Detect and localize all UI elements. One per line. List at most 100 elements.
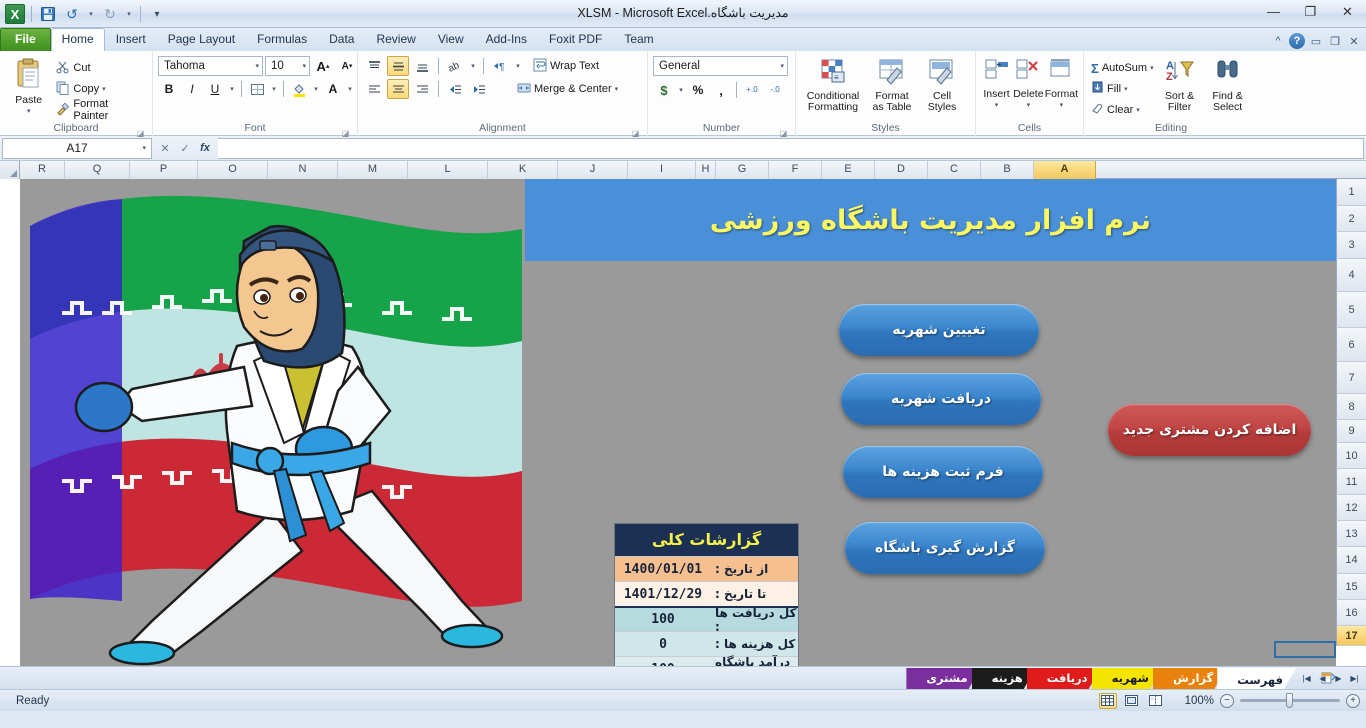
tab-data[interactable]: Data <box>318 28 365 51</box>
tab-home[interactable]: Home <box>50 28 105 51</box>
alignment-dialog-launcher[interactable]: ◪ <box>631 126 640 138</box>
tab-team[interactable]: Team <box>613 28 664 51</box>
clear-dropdown-icon[interactable]: ▾ <box>1136 106 1140 114</box>
find-select-button[interactable]: Find & Select <box>1204 56 1252 113</box>
row-header-4[interactable]: 4 <box>1336 259 1366 292</box>
font-color-icon[interactable]: A <box>322 79 344 99</box>
workbook-minimize-icon[interactable]: ▭ <box>1308 33 1324 49</box>
autosum-dropdown-icon[interactable]: ▾ <box>1150 64 1154 72</box>
row-header-5[interactable]: 5 <box>1336 292 1366 328</box>
bold-button[interactable]: B <box>158 79 180 99</box>
enter-formula-icon[interactable]: ✓ <box>176 139 194 158</box>
prev-sheet-button[interactable]: ◀ <box>1315 670 1330 686</box>
chevron-down-icon[interactable]: ▾ <box>142 144 146 152</box>
percent-format-button[interactable]: % <box>687 80 709 100</box>
underline-dropdown[interactable]: ▾ <box>227 79 237 99</box>
fill-color-dropdown[interactable]: ▾ <box>311 79 321 99</box>
zoom-out-button[interactable]: − <box>1220 693 1234 708</box>
column-header-j[interactable]: J <box>558 161 628 179</box>
font-size-input[interactable]: 10 ▾ <box>265 56 310 76</box>
wrap-text-button[interactable]: Wrap Text <box>531 56 601 76</box>
row-header-15[interactable]: 15 <box>1336 574 1366 600</box>
first-sheet-button[interactable]: |◀ <box>1299 670 1314 686</box>
insert-cells-button[interactable]: Insert ▾ <box>981 56 1012 111</box>
paste-dropdown-icon[interactable]: ▾ <box>27 106 31 117</box>
column-header-o[interactable]: O <box>198 161 268 179</box>
decrease-decimal-icon[interactable]: -.0 <box>764 80 786 100</box>
align-left-icon[interactable] <box>363 79 385 99</box>
align-middle-icon[interactable] <box>387 56 409 76</box>
underline-button[interactable]: U <box>204 79 226 99</box>
column-header-c[interactable]: C <box>928 161 981 179</box>
column-header-d[interactable]: D <box>875 161 928 179</box>
decrease-indent-icon[interactable] <box>444 79 466 99</box>
row-header-8[interactable]: 8 <box>1336 394 1366 420</box>
zoom-slider[interactable] <box>1240 693 1340 708</box>
zoom-in-button[interactable]: + <box>1346 693 1360 708</box>
row-header-12[interactable]: 12 <box>1336 495 1366 521</box>
workbook-close-icon[interactable]: ✕ <box>1346 33 1362 49</box>
zoom-level[interactable]: 100% <box>1185 695 1214 707</box>
grow-font-button[interactable]: A ▴ <box>312 56 334 76</box>
shrink-font-button[interactable]: A ▾ <box>336 56 358 76</box>
increase-indent-icon[interactable] <box>468 79 490 99</box>
copy-button[interactable]: Copy ▾ <box>54 79 147 99</box>
change-fee-button[interactable]: تغییین شهریه <box>839 304 1039 356</box>
paste-button[interactable]: Paste ▾ <box>5 56 52 117</box>
conditional-formatting-button[interactable]: ≡ Conditional Formatting <box>801 56 865 113</box>
sheet-tab-4[interactable]: هزینه <box>972 668 1036 689</box>
align-top-icon[interactable] <box>363 56 385 76</box>
select-all-corner[interactable] <box>0 161 20 179</box>
row-header-6[interactable]: 6 <box>1336 328 1366 362</box>
sort-filter-button[interactable]: AZ Sort & Filter <box>1156 56 1204 113</box>
format-as-table-button[interactable]: Format as Table <box>865 56 919 113</box>
minimize-button[interactable]: — <box>1255 0 1292 23</box>
copy-dropdown-icon[interactable]: ▾ <box>102 85 106 93</box>
comma-format-button[interactable]: , <box>710 80 732 100</box>
column-header-i[interactable]: I <box>628 161 696 179</box>
sheet-tab-1[interactable]: گزارش <box>1153 668 1226 689</box>
next-sheet-button[interactable]: ▶ <box>1331 670 1346 686</box>
font-name-input[interactable]: Tahoma ▾ <box>158 56 263 76</box>
currency-format-button[interactable]: $ <box>653 80 675 100</box>
column-header-m[interactable]: M <box>338 161 408 179</box>
column-header-q[interactable]: Q <box>65 161 130 179</box>
number-dialog-launcher[interactable]: ◪ <box>779 126 788 138</box>
font-dialog-launcher[interactable]: ◪ <box>341 126 350 138</box>
column-header-e[interactable]: E <box>822 161 875 179</box>
minimize-ribbon-icon[interactable]: ^ <box>1270 33 1286 49</box>
sheet-canvas[interactable]: نرم افزار مدیریت باشگاه ورزشی گزارشات کل… <box>20 179 1336 666</box>
tab-review[interactable]: Review <box>365 28 426 51</box>
zoom-slider-thumb[interactable] <box>1286 693 1293 708</box>
close-button[interactable]: ✕ <box>1329 0 1366 23</box>
page-break-view-icon[interactable] <box>1147 693 1165 709</box>
row-header-13[interactable]: 13 <box>1336 521 1366 547</box>
club-report-button[interactable]: گزارش گیری باشگاه <box>845 522 1045 574</box>
chevron-down-icon[interactable]: ▾ <box>250 62 259 70</box>
column-header-a[interactable]: A <box>1034 161 1096 179</box>
add-new-customer-button[interactable]: اضافه کردن مشتری جدید <box>1108 404 1311 456</box>
name-box[interactable]: A17 ▾ <box>2 137 152 159</box>
tab-foxit-pdf[interactable]: Foxit PDF <box>538 28 613 51</box>
column-header-h[interactable]: H <box>696 161 716 179</box>
cell-styles-button[interactable]: Cell Styles <box>919 56 965 113</box>
column-header-f[interactable]: F <box>769 161 822 179</box>
row-header-16[interactable]: 16 <box>1336 600 1366 626</box>
row-header-9[interactable]: 9 <box>1336 420 1366 443</box>
row-header-10[interactable]: 10 <box>1336 443 1366 469</box>
tab-page-layout[interactable]: Page Layout <box>157 28 246 51</box>
column-header-g[interactable]: G <box>716 161 769 179</box>
row-header-3[interactable]: 3 <box>1336 232 1366 259</box>
last-sheet-button[interactable]: ▶| <box>1347 670 1362 686</box>
delete-cells-button[interactable]: Delete ▾ <box>1012 56 1045 111</box>
row-header-2[interactable]: 2 <box>1336 206 1366 232</box>
tab-formulas[interactable]: Formulas <box>246 28 318 51</box>
orientation-dropdown[interactable]: ▾ <box>468 56 478 76</box>
cut-button[interactable]: Cut <box>54 58 147 78</box>
format-painter-button[interactable]: Format Painter <box>54 98 147 122</box>
fill-button[interactable]: Fill ▾ <box>1089 79 1156 99</box>
borders-icon[interactable] <box>246 79 268 99</box>
tab-view[interactable]: View <box>427 28 475 51</box>
format-cells-button[interactable]: Format ▾ <box>1045 56 1078 111</box>
sheet-tab-2[interactable]: شهریه <box>1092 668 1162 689</box>
